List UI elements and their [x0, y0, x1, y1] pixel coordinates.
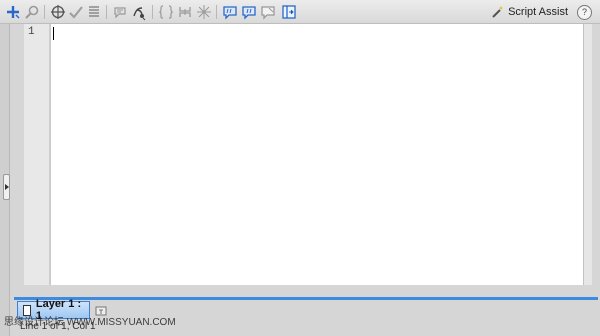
collapse-selection-icon[interactable]: [177, 4, 193, 20]
debug-options-icon[interactable]: [131, 4, 147, 21]
collapse-braces-icon[interactable]: [158, 4, 174, 20]
code-hint-icon[interactable]: [112, 4, 128, 20]
line-number-gutter: 1: [24, 24, 50, 285]
script-assist-button[interactable]: Script Assist: [491, 4, 568, 20]
magic-wand-icon: [491, 5, 505, 19]
watermark-text: 思缘设计论坛 WWW.MISSYUAN.COM: [4, 317, 176, 328]
remove-comment-icon[interactable]: [260, 4, 276, 20]
text-caret: [53, 27, 54, 40]
toolbar-separator: [216, 5, 217, 19]
toolbar-separator: [152, 5, 153, 19]
editor-scrollbar[interactable]: [583, 24, 592, 285]
add-statement-icon[interactable]: [5, 4, 21, 20]
expand-all-icon[interactable]: [196, 4, 212, 20]
target-icon[interactable]: [50, 4, 66, 20]
check-syntax-icon[interactable]: [68, 4, 84, 20]
script-assist-label: Script Assist: [508, 6, 568, 18]
collapse-panel-handle[interactable]: [3, 174, 10, 200]
toolbar-separator: [44, 5, 45, 19]
tab-bar-highlight: [14, 297, 598, 300]
help-icon[interactable]: ?: [577, 5, 592, 20]
left-panel-strip: [0, 24, 10, 336]
actions-toolbar: Script Assist ?: [0, 0, 600, 24]
apply-block-comment-icon[interactable]: [222, 4, 238, 20]
script-editor[interactable]: [51, 24, 583, 285]
toolbar-separator: [106, 5, 107, 19]
show-toolbox-icon[interactable]: [281, 4, 297, 20]
apply-line-comment-icon[interactable]: [241, 4, 257, 20]
find-icon[interactable]: [24, 4, 40, 20]
auto-format-icon[interactable]: [86, 4, 102, 20]
line-number: 1: [28, 26, 35, 38]
